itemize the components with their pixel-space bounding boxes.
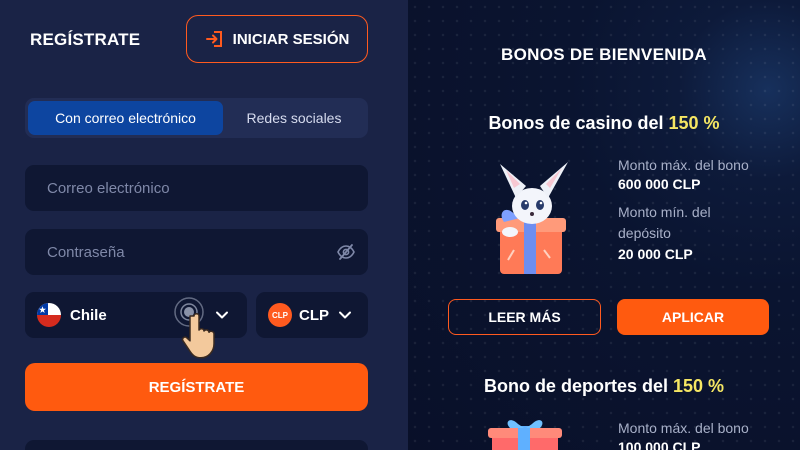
tab-social[interactable]: Redes sociales: [223, 101, 365, 135]
email-field[interactable]: Correo electrónico: [25, 165, 368, 211]
country-value: Chile: [70, 306, 107, 324]
register-submit-button[interactable]: REGÍSTRATE: [25, 363, 368, 411]
login-button[interactable]: INICIAR SESIÓN: [186, 15, 368, 63]
casino-min-label-line2: depósito: [618, 225, 671, 241]
pointer-hand-icon: [174, 297, 215, 359]
chevron-down-icon: [339, 311, 351, 319]
casino-max-label: Monto máx. del bono: [618, 157, 749, 173]
registration-panel: REGÍSTRATE INICIAR SESIÓN Con correo ele…: [0, 0, 408, 450]
apply-button[interactable]: APLICAR: [617, 299, 769, 335]
gift-box-image: [488, 420, 562, 450]
chile-flag-icon: [37, 303, 61, 327]
next-field: [25, 440, 368, 450]
casino-min-label-line1: Monto mín. del: [618, 204, 711, 220]
currency-select[interactable]: CLP CLP: [256, 292, 368, 338]
sports-bonus-percent: 150 %: [673, 376, 725, 396]
welcome-bonuses-panel: BONOS DE BIENVENIDA Bonos de casino del …: [408, 0, 800, 450]
sports-bonus-details: Monto máx. del bono 100 000 CLP: [618, 418, 749, 450]
casino-bonus-title: Bonos de casino del 150 %: [488, 113, 720, 133]
casino-max-value: 600 000 CLP: [618, 176, 701, 192]
email-placeholder: Correo electrónico: [47, 179, 170, 197]
eye-off-icon[interactable]: [336, 242, 356, 262]
sports-bonus-title: Bono de deportes del 150 %: [483, 376, 725, 396]
tab-email[interactable]: Con correo electrónico: [28, 101, 223, 135]
casino-bonus-details: Monto máx. del bono 600 000 CLP Monto mí…: [618, 155, 749, 262]
signup-method-tabs: Con correo electrónico Redes sociales: [25, 98, 368, 138]
currency-badge: CLP: [268, 303, 292, 327]
bonuses-heading: BONOS DE BIENVENIDA: [501, 45, 707, 64]
registration-title: REGÍSTRATE: [30, 30, 141, 49]
password-field[interactable]: Contraseña: [25, 229, 368, 275]
sports-max-value: 100 000 CLP: [618, 439, 701, 450]
casino-min-value: 20 000 CLP: [618, 246, 693, 262]
login-icon: [205, 31, 222, 47]
login-button-label: INICIAR SESIÓN: [232, 30, 350, 48]
read-more-button[interactable]: LEER MÁS: [448, 299, 601, 335]
currency-value: CLP: [299, 306, 329, 324]
casino-bonus-percent: 150 %: [668, 113, 720, 133]
sports-max-label: Monto máx. del bono: [618, 420, 749, 436]
fox-gift-image: [496, 162, 568, 274]
password-placeholder: Contraseña: [47, 243, 125, 261]
